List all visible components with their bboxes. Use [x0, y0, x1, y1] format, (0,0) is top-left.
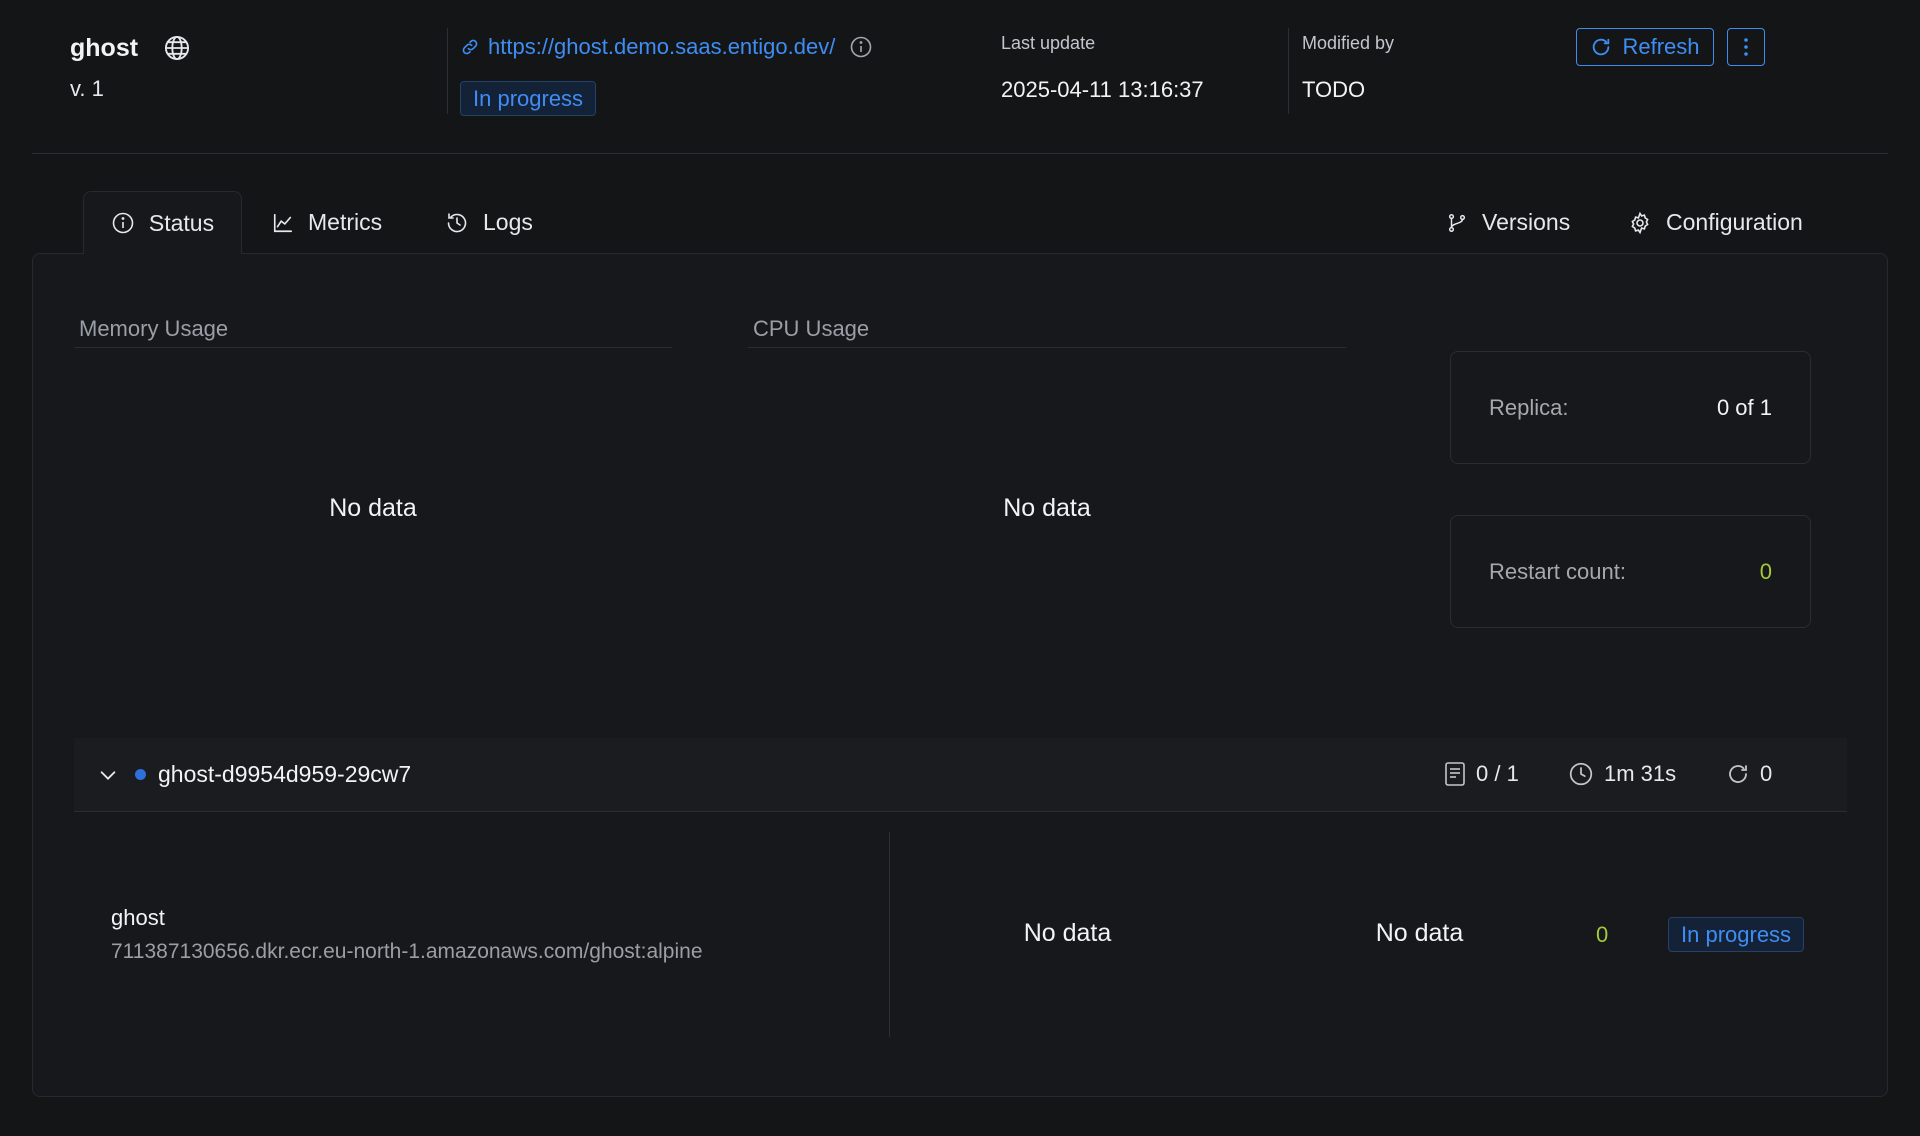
- pod-status-dot: [135, 769, 146, 780]
- memory-no-data: No data: [329, 494, 417, 522]
- cpu-usage-title: CPU Usage: [753, 316, 870, 341]
- tab-logs[interactable]: Logs: [445, 191, 533, 254]
- tab-configuration[interactable]: Configuration: [1628, 191, 1803, 254]
- info-icon[interactable]: [849, 35, 873, 59]
- tab-label: Logs: [483, 209, 533, 235]
- tab-label: Metrics: [308, 209, 383, 235]
- tab-label: Versions: [1482, 209, 1571, 235]
- age-value: 1m 31s: [1604, 761, 1677, 786]
- chart-divider: [748, 347, 1346, 348]
- link-icon: [460, 37, 480, 57]
- container-memory: No data: [1023, 919, 1112, 947]
- replica-card: Replica: 0 of 1: [1450, 351, 1811, 464]
- tab-label: Status: [148, 209, 215, 236]
- header-divider: [1288, 28, 1289, 114]
- header-separator: [32, 153, 1888, 154]
- container-status-badge: In progress: [1668, 917, 1805, 952]
- globe-icon: [163, 34, 191, 62]
- replica-label: Replica:: [1489, 394, 1569, 420]
- pod-age: 1m 31s: [1568, 761, 1676, 787]
- chart-line-icon: [272, 212, 294, 234]
- app-url-row: https://ghost.demo.saas.entigo.dev/: [460, 32, 873, 62]
- chart-divider: [74, 347, 672, 348]
- more-options-button[interactable]: [1727, 28, 1765, 66]
- refresh-label: Refresh: [1622, 34, 1700, 59]
- last-update-label: Last update: [1001, 33, 1096, 53]
- tab-versions[interactable]: Versions: [1446, 191, 1570, 254]
- history-icon: [445, 211, 469, 235]
- app-name: ghost: [70, 34, 139, 62]
- container-divider: [889, 832, 890, 1037]
- pod-containers: 0 / 1: [1444, 761, 1519, 787]
- container-restarts: 0: [1596, 922, 1609, 947]
- chevron-down-icon[interactable]: [97, 764, 119, 786]
- containers-value: 0 / 1: [1476, 761, 1519, 786]
- container-name: ghost: [111, 905, 165, 930]
- refresh-button[interactable]: Refresh: [1576, 28, 1714, 66]
- restart-count-card: Restart count: 0: [1450, 515, 1811, 628]
- gear-icon: [1628, 211, 1652, 235]
- pod-name[interactable]: ghost-d9954d959-29cw7: [158, 761, 411, 788]
- restart-count-label: Restart count:: [1489, 558, 1626, 584]
- restart-icon: [1726, 762, 1750, 786]
- cpu-no-data: No data: [1003, 494, 1091, 522]
- info-icon: [111, 211, 135, 235]
- branch-icon: [1446, 212, 1468, 234]
- memory-usage-title: Memory Usage: [79, 316, 229, 341]
- replica-value: 0 of 1: [1716, 394, 1772, 420]
- header-divider: [447, 28, 448, 114]
- modified-by-label: Modified by: [1302, 33, 1395, 53]
- container-image: 711387130656.dkr.ecr.eu-north-1.amazonaw…: [111, 940, 703, 963]
- kebab-icon: [1743, 36, 1749, 58]
- clock-icon: [1568, 761, 1594, 787]
- tab-label: Configuration: [1666, 209, 1803, 235]
- restarts-value: 0: [1760, 761, 1773, 786]
- last-update-value: 2025-04-11 13:16:37: [1001, 77, 1204, 102]
- status-badge: In progress: [460, 81, 597, 116]
- restart-count-value: 0: [1759, 558, 1772, 584]
- document-icon: [1444, 761, 1466, 787]
- container-cpu: No data: [1375, 919, 1464, 947]
- tab-metrics[interactable]: Metrics: [272, 191, 382, 254]
- pod-restarts: 0: [1726, 761, 1772, 787]
- app-version: v. 1: [70, 76, 104, 101]
- modified-by-value: TODO: [1302, 77, 1366, 102]
- app-url-link[interactable]: https://ghost.demo.saas.entigo.dev/: [488, 34, 835, 60]
- refresh-icon: [1590, 36, 1612, 58]
- tab-status[interactable]: Status: [83, 191, 242, 254]
